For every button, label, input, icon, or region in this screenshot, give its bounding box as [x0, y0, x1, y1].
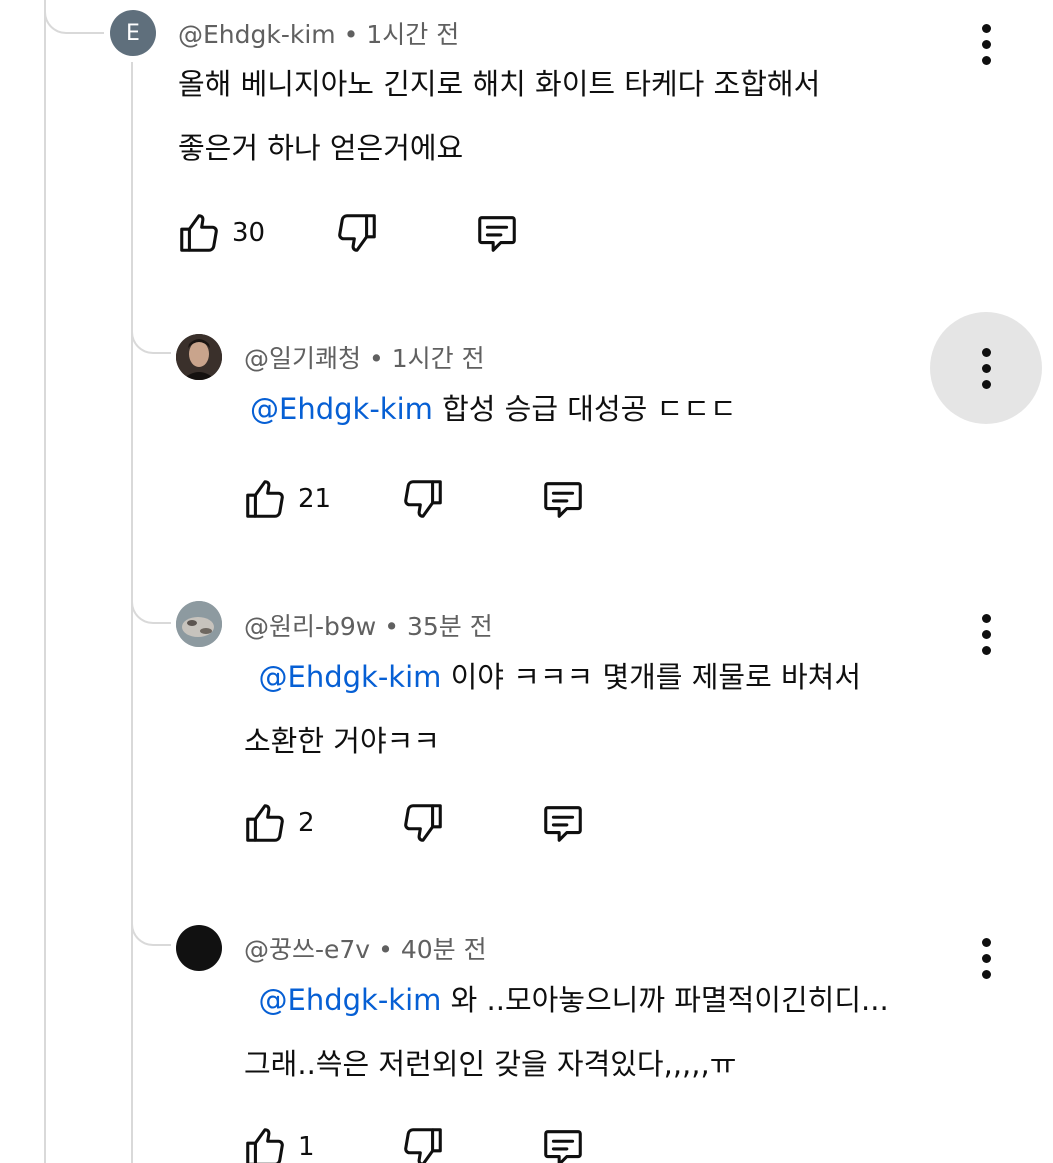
- comment-line: 그래..쓱은 저런외인 갖을 자격있다,,,,,ㅠ: [244, 1047, 737, 1081]
- author-name[interactable]: @일기쾌청: [244, 344, 361, 373]
- reply-button[interactable]: [540, 476, 586, 522]
- comment-time: 1시간 전: [366, 20, 460, 49]
- like-count: 30: [232, 218, 266, 248]
- comment-meta: @일기쾌청 • 1시간 전: [244, 344, 485, 373]
- like-button[interactable]: 30: [176, 210, 265, 256]
- reply-button[interactable]: [540, 800, 586, 846]
- thread-connector: [44, 0, 104, 34]
- comment-meta: @Ehdgk-kim • 1시간 전: [178, 20, 460, 49]
- avatar-image: [176, 334, 222, 380]
- like-button[interactable]: 21: [242, 476, 331, 522]
- comment-meta: @원리-b9w • 35분 전: [244, 612, 493, 641]
- thread-connector: [131, 300, 171, 354]
- comment-line: 좋은거 하나 얻은거에요: [178, 131, 464, 165]
- more-vertical-icon: [981, 347, 991, 357]
- thumbs-down-icon: [338, 214, 376, 252]
- dislike-button[interactable]: [400, 1124, 446, 1163]
- avatar[interactable]: [176, 334, 222, 380]
- like-count: 2: [298, 808, 315, 838]
- author-name[interactable]: @Ehdgk-kim: [178, 20, 336, 49]
- like-button[interactable]: 1: [242, 1124, 315, 1163]
- thread-connector: [131, 572, 171, 624]
- thumbs-down-icon: [404, 1128, 442, 1163]
- comment-reply-icon: [544, 482, 582, 518]
- thumbs-up-icon: [246, 804, 284, 842]
- avatar[interactable]: [176, 925, 222, 971]
- comment-line: 올해 베니지아노 긴지로 해치 화이트 타케다 조합해서: [178, 67, 821, 101]
- thumbs-down-icon: [404, 804, 442, 842]
- comment-line: @Ehdgk-kim 이야 ㅋㅋㅋ 몇개를 제물로 바쳐서: [258, 660, 862, 694]
- thumbs-up-icon: [246, 480, 284, 518]
- comment-reply-icon: [544, 806, 582, 842]
- author-name[interactable]: @원리-b9w: [244, 612, 376, 641]
- dislike-button[interactable]: [334, 210, 380, 256]
- comment-time: 1시간 전: [391, 344, 485, 373]
- reply-button[interactable]: [474, 210, 520, 256]
- comment-time: 40분 전: [400, 935, 487, 964]
- comment-thread: E @Ehdgk-kim • 1시간 전 올해 베니지아노 긴지로 해치 화이트 타…: [0, 0, 1053, 1163]
- reply-button[interactable]: [540, 1124, 586, 1163]
- more-options-button[interactable]: [966, 16, 1006, 72]
- like-button[interactable]: 2: [242, 800, 315, 846]
- like-count: 21: [298, 484, 332, 514]
- thread-connector: [131, 894, 171, 946]
- mention-link[interactable]: @Ehdgk-kim: [259, 983, 442, 1017]
- avatar-letter: E: [126, 20, 140, 46]
- thumbs-up-icon: [246, 1128, 284, 1163]
- mention-link[interactable]: @Ehdgk-kim: [250, 392, 433, 426]
- comment-time: 35분 전: [407, 612, 493, 641]
- comment-text: @Ehdgk-kim 합성 승급 대성공 ㄷㄷㄷ: [250, 377, 737, 441]
- comment-reply-icon: [544, 1130, 582, 1163]
- more-options-button[interactable]: [930, 312, 1042, 424]
- thumbs-down-icon: [404, 480, 442, 518]
- comment-line: 소환한 거야ㅋㅋ: [244, 724, 440, 758]
- mention-link[interactable]: @Ehdgk-kim: [259, 660, 442, 694]
- comment-text: @Ehdgk-kim 이야 ㅋㅋㅋ 몇개를 제물로 바쳐서 소환한 거야ㅋㅋ: [244, 645, 861, 773]
- more-options-button[interactable]: [966, 606, 1006, 662]
- avatar[interactable]: [176, 601, 222, 647]
- thumbs-up-icon: [180, 214, 218, 252]
- comment-text: 올해 베니지아노 긴지로 해치 화이트 타케다 조합해서 좋은거 하나 얻은거에…: [178, 52, 820, 180]
- comment-line: @Ehdgk-kim 합성 승급 대성공 ㄷㄷㄷ: [250, 392, 737, 426]
- thread-line-outer: [44, 0, 46, 1163]
- dislike-button[interactable]: [400, 476, 446, 522]
- comment-line: @Ehdgk-kim 와 ..모아놓으니까 파멸적이긴히디...: [258, 983, 889, 1017]
- dislike-button[interactable]: [400, 800, 446, 846]
- comment-reply-icon: [478, 216, 516, 252]
- author-name[interactable]: @꿍쓰-e7v: [244, 935, 370, 964]
- avatar[interactable]: E: [110, 10, 156, 56]
- avatar-image: [176, 601, 222, 647]
- like-count: 1: [298, 1132, 315, 1162]
- comment-meta: @꿍쓰-e7v • 40분 전: [244, 935, 487, 964]
- more-vertical-icon: [981, 613, 991, 623]
- more-options-button[interactable]: [966, 930, 1006, 986]
- comment-text: @Ehdgk-kim 와 ..모아놓으니까 파멸적이긴히디... 그래..쓱은 …: [244, 968, 889, 1096]
- more-vertical-icon: [981, 23, 991, 33]
- more-vertical-icon: [981, 937, 991, 947]
